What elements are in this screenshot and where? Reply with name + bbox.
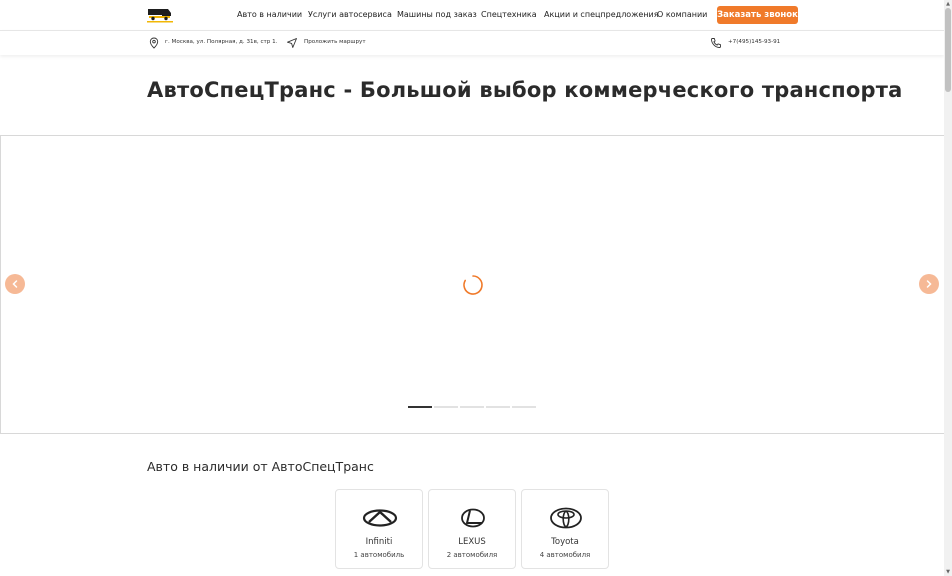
brand-name: Toyota xyxy=(551,537,579,547)
brand-name: LEXUS xyxy=(458,537,486,547)
nav-item-special-equipment[interactable]: Спецтехника xyxy=(481,10,537,19)
slider-dot-4[interactable] xyxy=(486,406,510,408)
phone-icon xyxy=(711,38,721,48)
page-scrollbar[interactable]: ▲ ▼ xyxy=(944,0,952,576)
slider-dot-2[interactable] xyxy=(434,406,458,408)
brand-count: 1 автомобиль xyxy=(353,551,405,559)
site-logo[interactable] xyxy=(146,7,174,24)
brand-count: 2 автомобиля xyxy=(446,551,498,559)
brand-count: 4 автомобиля xyxy=(539,551,591,559)
order-call-button[interactable]: Заказать звонок xyxy=(717,6,798,24)
chevron-right-icon xyxy=(926,280,932,288)
slider-next-button[interactable] xyxy=(919,274,939,294)
chevron-left-icon xyxy=(12,280,18,288)
slider-prev-button[interactable] xyxy=(5,274,25,294)
truck-logo-icon xyxy=(147,9,173,23)
brand-name: Infiniti xyxy=(365,537,393,547)
nav-item-cars-to-order[interactable]: Машины под заказ xyxy=(397,10,477,19)
location-pin-icon xyxy=(149,37,159,49)
top-navigation: Авто в наличии Услуги автосервиса Машины… xyxy=(0,0,944,31)
nav-item-about[interactable]: О компании xyxy=(657,10,707,19)
navigation-arrow-icon xyxy=(287,38,297,48)
infiniti-logo-icon xyxy=(362,509,398,527)
lexus-logo-icon xyxy=(461,508,485,528)
scroll-thumb[interactable] xyxy=(945,8,951,92)
slider-dot-5[interactable] xyxy=(512,406,536,408)
loading-spinner-icon xyxy=(463,275,483,295)
info-bar: г. Москва, ул. Полярная, д. 31в, стр 1. … xyxy=(0,30,944,55)
brand-card-toyota[interactable]: Toyota 4 автомобиля xyxy=(521,489,609,569)
address-text: г. Москва, ул. Полярная, д. 31в, стр 1. xyxy=(165,39,278,45)
scroll-down-arrow-icon[interactable]: ▼ xyxy=(945,569,951,575)
nav-item-cars-in-stock[interactable]: Авто в наличии xyxy=(237,10,302,19)
nav-item-car-service[interactable]: Услуги автосервиса xyxy=(308,10,392,19)
brand-card-lexus[interactable]: LEXUS 2 автомобиля xyxy=(428,489,516,569)
hero-slider xyxy=(0,135,944,434)
nav-item-promotions[interactable]: Акции и спецпредложения xyxy=(544,10,659,19)
page: Авто в наличии Услуги автосервиса Машины… xyxy=(0,0,944,576)
slider-dot-1[interactable] xyxy=(408,406,432,408)
brand-card-infiniti[interactable]: Infiniti 1 автомобиль xyxy=(335,489,423,569)
scroll-up-arrow-icon[interactable]: ▲ xyxy=(945,1,951,7)
page-title: АвтоСпецТранс - Большой выбор коммерческ… xyxy=(147,78,903,102)
toyota-logo-icon xyxy=(550,507,582,529)
slider-dot-3[interactable] xyxy=(460,406,484,408)
brands-section-title: Авто в наличии от АвтоСпецТранс xyxy=(147,459,374,474)
route-link[interactable]: Проложить маршрут xyxy=(304,39,366,45)
phone-link[interactable]: +7(495)145-93-91 xyxy=(728,39,780,45)
